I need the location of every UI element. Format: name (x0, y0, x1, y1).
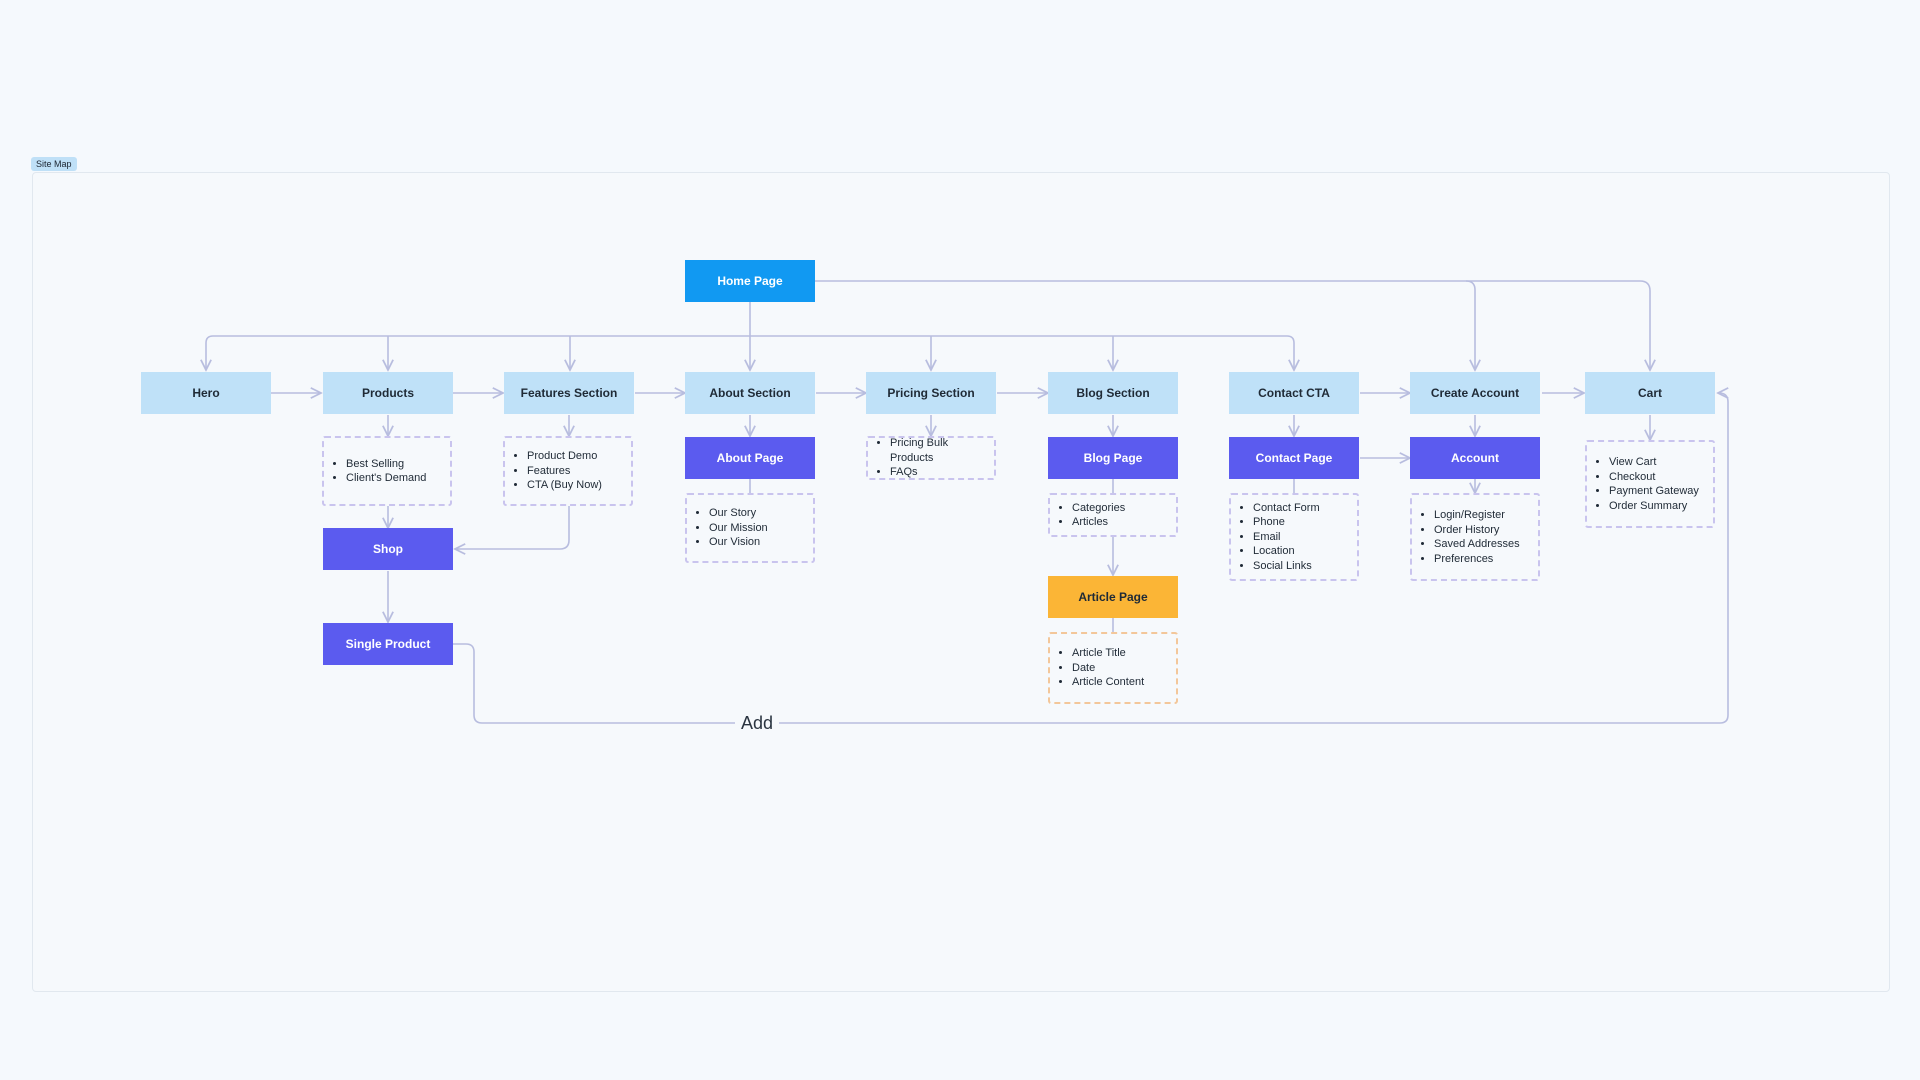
list-item: Preferences (1434, 552, 1520, 567)
list-products: Best SellingClient's Demand (322, 436, 452, 506)
list-cart: View CartCheckoutPayment GatewayOrder Su… (1585, 440, 1715, 528)
node-hero[interactable]: Hero (141, 372, 271, 414)
list-contact: Contact FormPhoneEmailLocationSocial Lin… (1229, 493, 1359, 581)
list-item: Phone (1253, 515, 1320, 530)
node-create-account[interactable]: Create Account (1410, 372, 1540, 414)
list-item: Date (1072, 661, 1144, 676)
list-item: Best Selling (346, 457, 426, 472)
list-item: View Cart (1609, 455, 1699, 470)
list-item: Pricing Bulk Products (890, 436, 994, 465)
list-item: Article Title (1072, 646, 1144, 661)
list-pricing: Pricing Bulk ProductsFAQs (866, 436, 996, 480)
list-item: FAQs (890, 465, 994, 480)
list-account: Login/RegisterOrder HistorySaved Address… (1410, 493, 1540, 581)
node-cart[interactable]: Cart (1585, 372, 1715, 414)
edge-home-cart (1466, 280, 1650, 370)
list-item: Contact Form (1253, 501, 1320, 516)
list-item: Article Content (1072, 675, 1144, 690)
list-features: Product DemoFeaturesCTA (Buy Now) (503, 436, 633, 506)
list-item: Payment Gateway (1609, 484, 1699, 499)
node-single-product[interactable]: Single Product (323, 623, 453, 665)
list-about: Our StoryOur MissionOur Vision (685, 493, 815, 563)
node-about-section[interactable]: About Section (685, 372, 815, 414)
list-article: Article TitleDateArticle Content (1048, 632, 1178, 704)
list-item: Order History (1434, 523, 1520, 538)
add-connector-label: Add (735, 713, 780, 734)
edge-home-bus-right (750, 335, 1294, 370)
list-item: Login/Register (1434, 508, 1520, 523)
list-item: Our Story (709, 506, 768, 521)
list-item: Location (1253, 544, 1320, 559)
node-contact-page[interactable]: Contact Page (1229, 437, 1359, 479)
list-item: Articles (1072, 515, 1125, 530)
list-item: CTA (Buy Now) (527, 478, 602, 493)
node-features-section[interactable]: Features Section (504, 372, 634, 414)
edge-features-shop (455, 506, 570, 549)
list-item: Client's Demand (346, 471, 426, 486)
node-article-page[interactable]: Article Page (1048, 576, 1178, 618)
connector-lines (0, 280, 1729, 724)
node-pricing-section[interactable]: Pricing Section (866, 372, 996, 414)
list-item: Features (527, 464, 602, 479)
edge-home-bus-left (206, 335, 750, 370)
list-item: Checkout (1609, 470, 1699, 485)
list-item: Social Links (1253, 559, 1320, 574)
node-products[interactable]: Products (323, 372, 453, 414)
node-shop[interactable]: Shop (323, 528, 453, 570)
list-item: Product Demo (527, 449, 602, 464)
list-item: Categories (1072, 501, 1125, 516)
node-blog-section[interactable]: Blog Section (1048, 372, 1178, 414)
node-about-page[interactable]: About Page (685, 437, 815, 479)
node-blog-page[interactable]: Blog Page (1048, 437, 1178, 479)
list-item: Email (1253, 530, 1320, 545)
list-item: Saved Addresses (1434, 537, 1520, 552)
list-item: Order Summary (1609, 499, 1699, 514)
edge-home-account-cart (815, 280, 1475, 370)
node-contact-cta[interactable]: Contact CTA (1229, 372, 1359, 414)
list-item: Our Vision (709, 535, 768, 550)
list-blog: CategoriesArticles (1048, 493, 1178, 537)
list-item: Our Mission (709, 521, 768, 536)
node-account[interactable]: Account (1410, 437, 1540, 479)
node-home-page[interactable]: Home Page (685, 260, 815, 302)
